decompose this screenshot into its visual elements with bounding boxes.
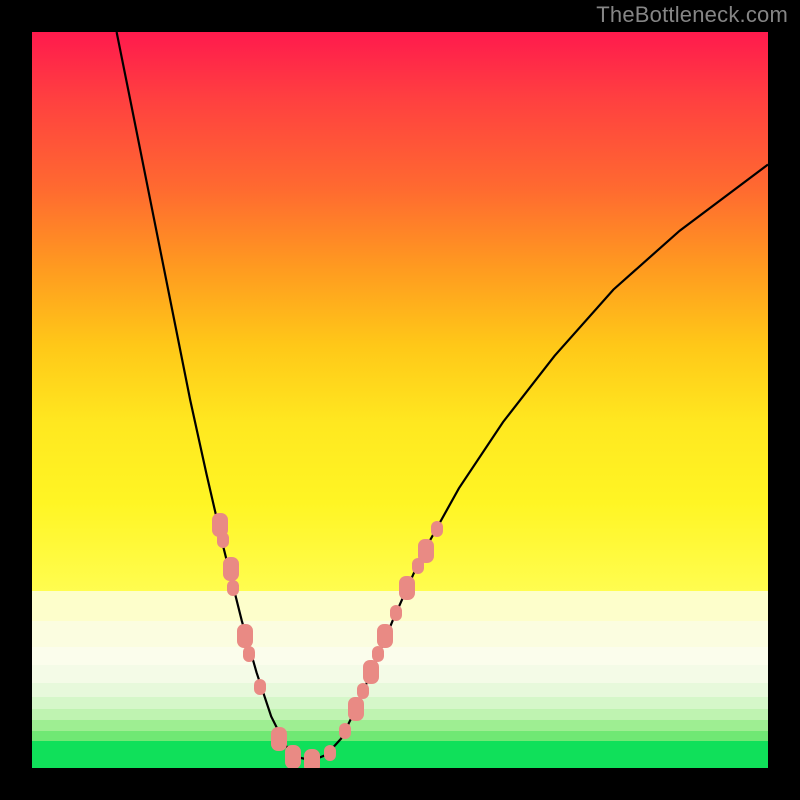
- data-marker: [363, 660, 379, 684]
- data-marker: [390, 605, 402, 621]
- data-marker: [348, 697, 364, 721]
- data-marker: [431, 521, 443, 537]
- watermark-text: TheBottleneck.com: [596, 2, 788, 28]
- data-marker: [304, 749, 320, 768]
- data-marker: [243, 646, 255, 662]
- data-marker: [339, 723, 351, 739]
- chart-frame: TheBottleneck.com: [0, 0, 800, 800]
- data-marker: [357, 683, 369, 699]
- plot-area: [32, 32, 768, 768]
- data-marker: [254, 679, 266, 695]
- data-marker: [223, 557, 239, 581]
- data-marker: [418, 539, 434, 563]
- data-marker: [377, 624, 393, 648]
- data-marker: [227, 580, 239, 596]
- data-marker: [285, 745, 301, 768]
- data-marker: [372, 646, 384, 662]
- data-marker: [399, 576, 415, 600]
- data-marker: [237, 624, 253, 648]
- data-marker: [324, 745, 336, 761]
- markers-container: [32, 32, 768, 768]
- data-marker: [271, 727, 287, 751]
- data-marker: [217, 532, 229, 548]
